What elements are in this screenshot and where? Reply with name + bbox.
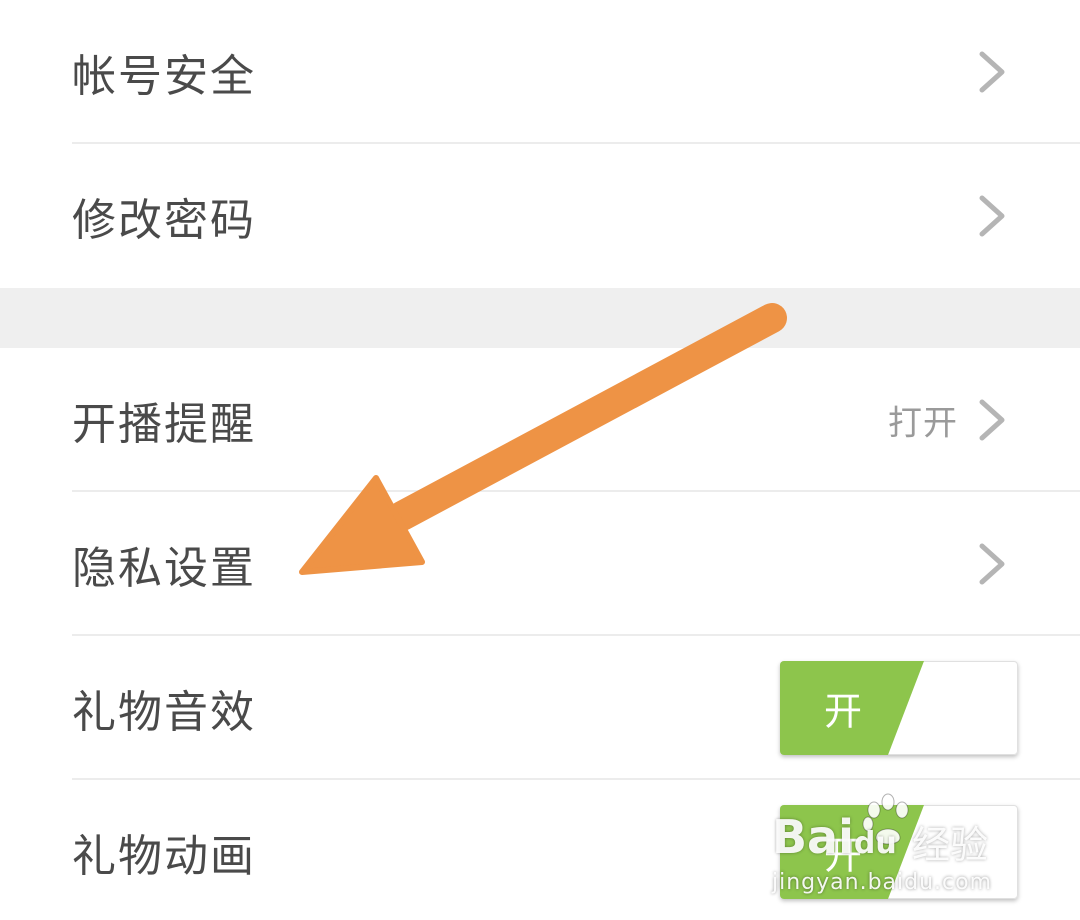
settings-row-live-reminder[interactable]: 开播提醒 打开 xyxy=(0,348,1080,492)
gift-animation-toggle[interactable]: 开 xyxy=(780,805,1018,899)
row-label: 礼物音效 xyxy=(72,687,256,738)
settings-row-gift-sound: 礼物音效 开 xyxy=(0,636,1080,780)
settings-row-account-security[interactable]: 帐号安全 xyxy=(0,0,1080,144)
gift-sound-toggle[interactable]: 开 xyxy=(780,661,1018,755)
chevron-right-icon xyxy=(979,543,1005,585)
row-label: 礼物动画 xyxy=(72,831,256,882)
settings-group-live: 开播提醒 打开 隐私设置 礼物音效 开 礼物动画 开 xyxy=(0,348,1080,920)
settings-page: 帐号安全 修改密码 开播提醒 打开 隐私设置 礼物音效 开 礼物动画 开 Bai… xyxy=(0,0,1080,920)
chevron-right-icon xyxy=(979,51,1005,93)
row-label: 开播提醒 xyxy=(72,399,256,450)
toggle-on-label: 开 xyxy=(824,689,863,734)
section-gap xyxy=(0,288,1080,348)
row-label: 帐号安全 xyxy=(72,51,256,102)
chevron-right-icon xyxy=(979,195,1005,237)
settings-row-privacy-settings[interactable]: 隐私设置 xyxy=(0,492,1080,636)
settings-row-gift-animation: 礼物动画 开 xyxy=(0,780,1080,920)
row-label: 隐私设置 xyxy=(72,543,256,594)
settings-row-change-password[interactable]: 修改密码 xyxy=(0,144,1080,288)
row-label: 修改密码 xyxy=(72,195,256,246)
row-value: 打开 xyxy=(888,403,958,444)
toggle-on-label: 开 xyxy=(824,833,863,878)
chevron-right-icon xyxy=(979,399,1005,441)
settings-group-account: 帐号安全 修改密码 xyxy=(0,0,1080,288)
